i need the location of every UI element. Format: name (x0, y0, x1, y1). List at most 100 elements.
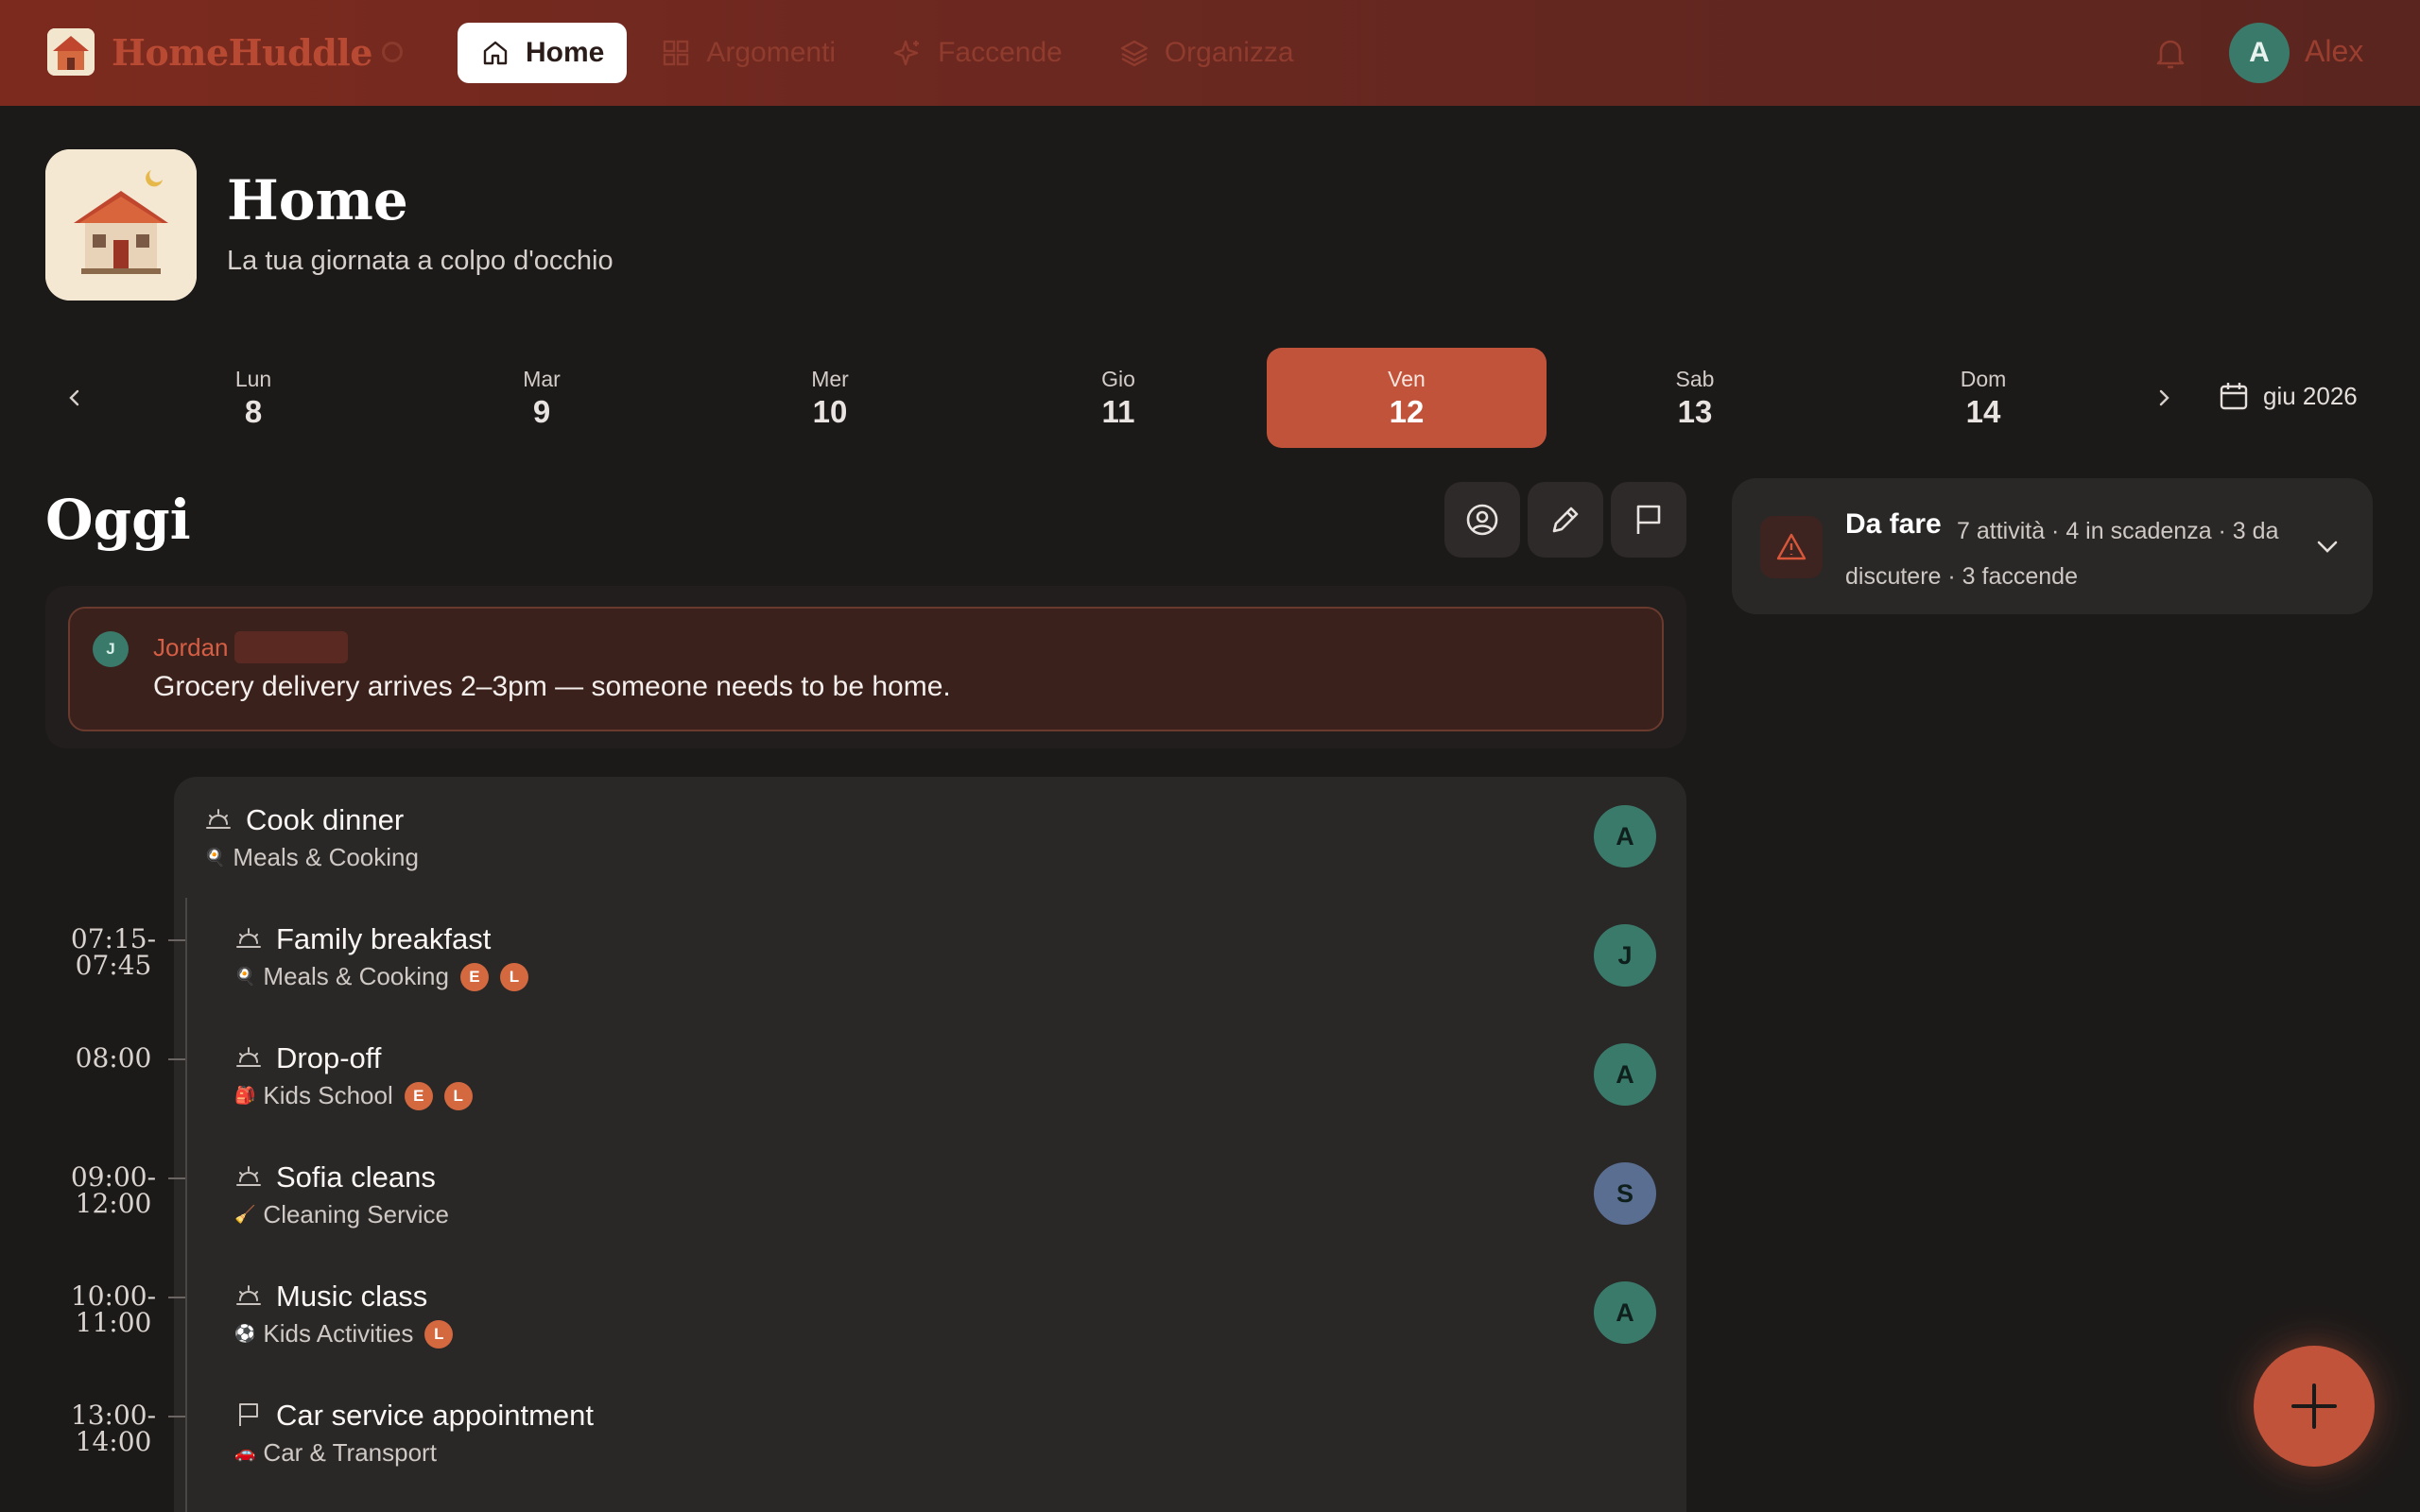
day-number: 8 (244, 393, 263, 429)
nav-argomenti-label: Argomenti (706, 37, 837, 68)
section-title-today: Oggi (45, 488, 191, 552)
event-category-label: Kids School (263, 1081, 393, 1109)
nav-home[interactable]: Home (458, 23, 628, 83)
note-tag (234, 631, 348, 663)
note-author: Jordan (153, 633, 229, 662)
day-thu[interactable]: Gio 11 (978, 348, 1258, 448)
nav-argomenti[interactable]: Argomenti (638, 23, 858, 83)
layers-icon (1120, 40, 1149, 67)
pan-icon: 🍳 (234, 967, 256, 986)
time-start: 07:15- (70, 923, 157, 954)
event-category-label: Meals & Cooking (233, 843, 419, 871)
event-time: 07:15- 07:45 (57, 926, 170, 979)
assignee-avatar[interactable]: A (1594, 1281, 1656, 1344)
event-title: Sofia cleans (276, 1160, 436, 1194)
day-tue[interactable]: Mar 9 (402, 348, 682, 448)
assignee-avatar[interactable]: S (1594, 1162, 1656, 1225)
assignee-avatar[interactable]: A (1594, 805, 1656, 868)
badge: E (404, 1081, 433, 1110)
home-icon (483, 41, 508, 65)
event-title: Cook dinner (246, 803, 405, 836)
event-category: 🧹 Cleaning Service (234, 1200, 449, 1229)
day-name: Dom (1960, 366, 2007, 391)
chevron-down-icon[interactable] (2310, 529, 2344, 563)
time-start: 08:00 (75, 1042, 152, 1074)
badge: L (499, 962, 528, 991)
user-circle-icon (1466, 504, 1498, 536)
sunrise-icon (236, 1047, 261, 1067)
user-avatar[interactable]: A (2229, 23, 2290, 83)
pan-icon: 🍳 (204, 848, 226, 867)
day-name: Mar (523, 366, 561, 391)
pencil-icon (1552, 507, 1579, 533)
day-number: 9 (532, 393, 551, 429)
event-category: ⚽ Kids Activities L (234, 1319, 454, 1349)
event-title: Car service appointment (276, 1399, 594, 1432)
day-name: Mer (811, 366, 849, 391)
nav-organizza[interactable]: Organizza (1097, 23, 1317, 83)
filter-by-person-button[interactable] (1444, 482, 1520, 558)
flag-icon (239, 1403, 258, 1426)
calendar-icon (2220, 383, 2248, 410)
car-icon: 🚗 (234, 1443, 256, 1462)
flag-button[interactable] (1611, 482, 1686, 558)
day-number: 13 (1677, 393, 1713, 429)
time-end: 14:00 (75, 1426, 152, 1457)
time-end: 07:45 (75, 950, 152, 981)
event-title: Drop-off (276, 1041, 382, 1074)
day-mon[interactable]: Lun 8 (113, 348, 393, 448)
main-nav: Home Argomenti Faccende Organizza (458, 23, 1317, 83)
day-number: 12 (1389, 393, 1425, 429)
note-card[interactable] (68, 607, 1664, 731)
next-week-button[interactable] (2140, 374, 2187, 421)
day-number: 10 (812, 393, 848, 429)
sunrise-icon (236, 928, 261, 948)
day-sun[interactable]: Dom 14 (1843, 348, 2123, 448)
chevron-right-icon (2159, 389, 2169, 406)
event-title: Music class (276, 1280, 428, 1313)
timeline-tick (168, 1416, 185, 1418)
badge: L (443, 1081, 473, 1110)
event-time: 13:00- 14:00 (57, 1402, 170, 1455)
event-category-label: Car & Transport (263, 1438, 437, 1467)
event-time: 09:00- 12:00 (57, 1164, 170, 1217)
month-picker[interactable]: giu 2026 (2218, 380, 2358, 412)
event-category: 🎒 Kids School E L (234, 1081, 473, 1110)
time-start: 10:00- (70, 1280, 157, 1312)
sparkle-icon (893, 40, 920, 66)
edit-button[interactable] (1528, 482, 1603, 558)
timeline-tick (168, 1058, 185, 1060)
day-name: Sab (1675, 366, 1715, 391)
assignee-avatar[interactable]: A (1594, 1043, 1656, 1106)
note-author-avatar: J (93, 631, 129, 667)
event-time: 10:00- 11:00 (57, 1283, 170, 1336)
bell-icon[interactable] (2152, 34, 2189, 72)
day-sat[interactable]: Sab 13 (1555, 348, 1835, 448)
nav-faccende[interactable]: Faccende (870, 23, 1085, 83)
event-category-label: Cleaning Service (263, 1200, 449, 1228)
day-wed[interactable]: Mer 10 (690, 348, 970, 448)
nav-faccende-label: Faccende (938, 37, 1063, 68)
flag-icon (1636, 505, 1661, 534)
page-subtitle: La tua giornata a colpo d'occhio (227, 246, 614, 276)
sunrise-icon (236, 1285, 261, 1305)
top-bar: HomeHuddle Home Argomenti Faccende Organ… (0, 0, 2420, 106)
warning-icon (1760, 516, 1823, 578)
backpack-icon: 🎒 (234, 1086, 256, 1105)
timeline-tick (168, 1177, 185, 1179)
home-illustration-icon (45, 149, 197, 301)
event-category: 🚗 Car & Transport (234, 1438, 437, 1468)
timeline-tick (168, 1297, 185, 1298)
user-name[interactable]: Alex (2305, 34, 2363, 69)
assignee-avatar[interactable]: J (1594, 924, 1656, 987)
day-name: Gio (1101, 366, 1135, 391)
day-name: Ven (1388, 366, 1426, 391)
nav-organizza-label: Organizza (1164, 37, 1294, 68)
broom-icon: 🧹 (234, 1205, 256, 1224)
event-category-label: Meals & Cooking (263, 962, 449, 990)
brand[interactable]: HomeHuddle (47, 28, 372, 76)
day-fri-selected[interactable]: Ven 12 (1267, 348, 1547, 448)
prev-week-button[interactable] (51, 374, 98, 421)
time-start: 13:00- (70, 1400, 157, 1431)
add-button[interactable] (2254, 1346, 2375, 1467)
